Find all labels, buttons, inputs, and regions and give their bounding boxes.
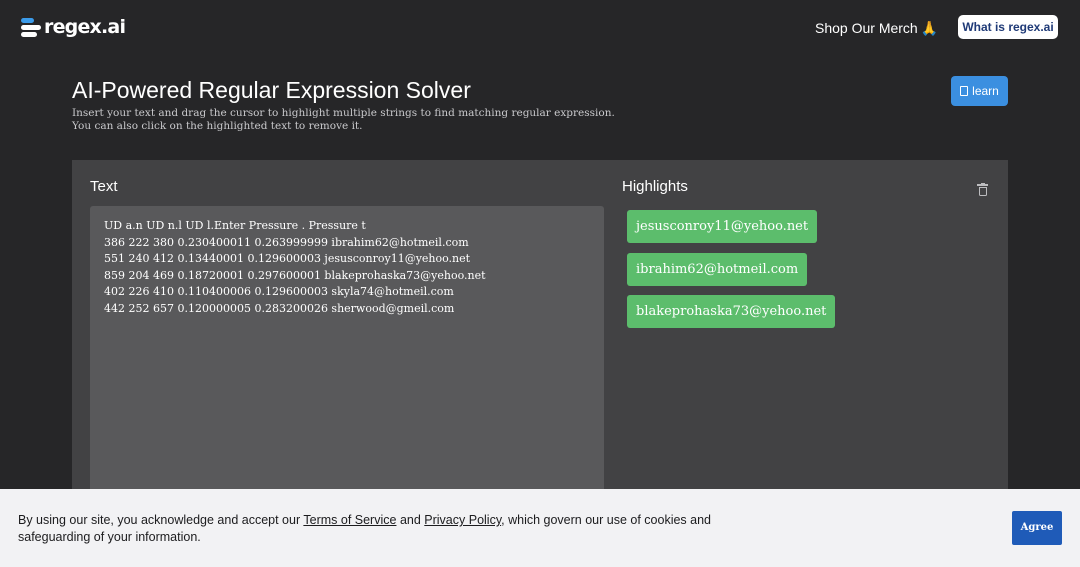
text-line[interactable]: 551 240 412 0.13440001 0.129600003 jesus… xyxy=(104,251,590,268)
agree-button[interactable]: Agree xyxy=(1012,511,1062,545)
learn-button[interactable]: learn xyxy=(951,76,1008,106)
text-input-area[interactable]: UD a.n UD n.l UD l.Enter Pressure . Pres… xyxy=(90,206,604,506)
text-line[interactable]: 402 226 410 0.110400006 0.129600003 skyl… xyxy=(104,284,590,301)
instructions-line-2: You can also click on the highlighted te… xyxy=(72,120,363,132)
shop-merch-link[interactable]: Shop Our Merch 🙏 xyxy=(815,20,938,36)
text-line[interactable]: 442 252 657 0.120000005 0.283200026 sher… xyxy=(104,301,590,318)
logo-text: regex.ai xyxy=(44,15,126,38)
book-icon xyxy=(960,86,969,96)
text-line[interactable]: 859 204 469 0.18720001 0.297600001 blake… xyxy=(104,268,590,285)
top-navigation-bar: regex.ai Shop Our Merch 🙏 What is regex.a… xyxy=(0,0,1080,56)
cookie-consent-banner: By using our site, you acknowledge and a… xyxy=(0,489,1080,567)
highlight-chip[interactable]: jesusconroy11@yehoo.net xyxy=(627,210,818,243)
terms-of-service-link[interactable]: Terms of Service xyxy=(303,513,396,527)
text-section-label: Text xyxy=(90,178,118,195)
highlight-chip[interactable]: blakeprohaska73@yehoo.net xyxy=(627,295,836,328)
cookie-consent-text: By using our site, you acknowledge and a… xyxy=(18,512,738,546)
shop-merch-label: Shop Our Merch xyxy=(815,20,918,36)
cookie-text-intro: By using our site, you acknowledge and a… xyxy=(18,513,304,527)
instructions-line-1: Insert your text and drag the cursor to … xyxy=(72,107,615,119)
cookie-text-and: and xyxy=(396,513,425,527)
folded-hands-icon: 🙏 xyxy=(920,20,939,36)
text-line[interactable]: 386 222 380 0.230400011 0.263999999 ibra… xyxy=(104,235,590,252)
logo-mark-icon xyxy=(21,17,41,37)
highlight-chip[interactable]: ibrahim62@hotmeil.com xyxy=(627,253,808,286)
regex-ai-logo[interactable]: regex.ai xyxy=(21,14,126,40)
page-instructions: Insert your text and drag the cursor to … xyxy=(72,107,632,133)
what-is-regex-ai-button[interactable]: What is regex.ai xyxy=(958,15,1058,39)
page-title: AI-Powered Regular Expression Solver xyxy=(72,77,471,103)
highlights-section-label: Highlights xyxy=(622,178,688,195)
trash-icon[interactable] xyxy=(977,183,988,196)
text-line[interactable]: UD a.n UD n.l UD l.Enter Pressure . Pres… xyxy=(104,218,590,235)
learn-button-label: learn xyxy=(972,84,999,98)
privacy-policy-link[interactable]: Privacy Policy xyxy=(424,513,501,527)
